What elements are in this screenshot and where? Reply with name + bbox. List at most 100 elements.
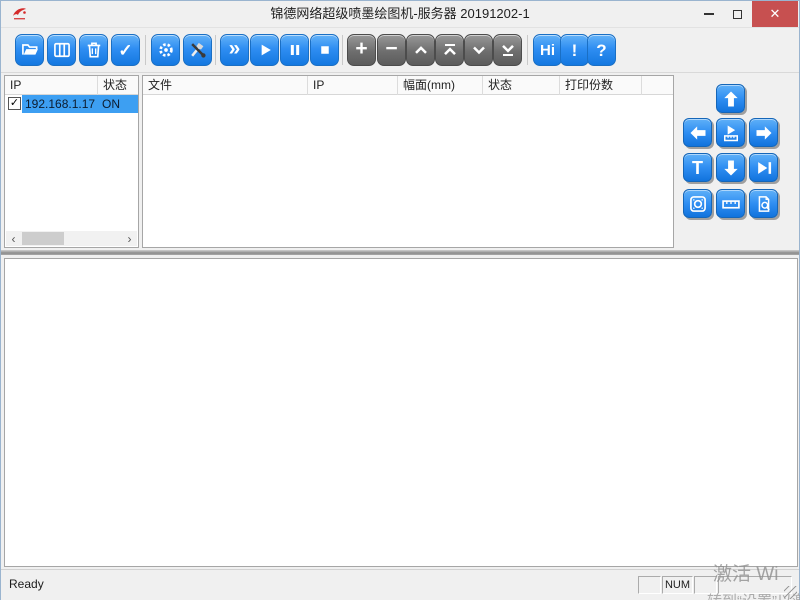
ip-column-header[interactable]: IP (5, 76, 98, 95)
confirm-check-button[interactable]: ✓ (111, 34, 140, 66)
machine-control-panel: T (677, 75, 798, 248)
ip-checkbox[interactable]: ✓ (8, 97, 21, 110)
move-up-button[interactable] (716, 84, 745, 113)
splitter-bar[interactable] (1, 250, 799, 255)
ip-list-header: IP 状态 (5, 76, 138, 95)
send-all-button[interactable]: » (220, 34, 249, 66)
toolbar-separator (215, 35, 216, 65)
arrow-right-icon (754, 123, 774, 143)
play-ruler-icon (721, 123, 741, 143)
status-pane-scrl (694, 576, 717, 594)
job-table-header: 文件 IP 幅面(mm) 状态 打印份数 (143, 76, 673, 95)
move-to-top-button[interactable] (435, 34, 464, 66)
platform-target-icon (688, 194, 708, 214)
remove-button[interactable]: − (377, 34, 406, 66)
status-column-header[interactable]: 状态 (98, 76, 138, 95)
text-button[interactable]: T (683, 153, 712, 182)
chevron-down-icon (469, 40, 489, 60)
title-bar: 锦德网络超级喷墨绘图机-服务器 20191202-1 ✕ (1, 1, 799, 28)
job-table-panel: 文件 IP 幅面(mm) 状态 打印份数 (142, 75, 674, 248)
ip-row[interactable]: ✓ 192.168.1.17 ON (5, 95, 138, 113)
ip-column-header[interactable]: IP (308, 76, 398, 95)
column-view-icon (52, 40, 72, 60)
pause-button[interactable] (280, 34, 309, 66)
move-right-button[interactable] (749, 118, 778, 147)
close-icon: ✕ (770, 6, 781, 22)
letter-t-icon: T (692, 159, 703, 177)
resize-grip-icon[interactable] (784, 586, 797, 599)
doc-preview-icon (754, 194, 774, 214)
status-text: Ready (9, 577, 44, 591)
play-button[interactable] (250, 34, 279, 66)
file-column-header[interactable]: 文件 (143, 76, 308, 95)
close-button[interactable]: ✕ (752, 1, 798, 27)
status-pane-extra (718, 576, 792, 594)
move-up-button[interactable] (406, 34, 435, 66)
move-down-button[interactable] (464, 34, 493, 66)
ip-list-panel: IP 状态 ✓ 192.168.1.17 ON ‹ › (4, 75, 139, 248)
ip-row-selection[interactable]: 192.168.1.17 ON (22, 95, 138, 113)
app-window: { "window": { "title": "锦德网络超级喷墨绘图机-服务器 … (0, 0, 800, 600)
add-button[interactable]: + (347, 34, 376, 66)
gear-icon (156, 40, 176, 60)
copies-column-header[interactable]: 打印份数 (560, 76, 642, 95)
open-file-icon (20, 40, 40, 60)
exclamation-icon: ! (572, 42, 578, 59)
arrow-up-icon (721, 89, 741, 109)
hi-icon: Hi (540, 43, 555, 58)
preview-area (4, 258, 798, 567)
question-icon: ? (596, 42, 606, 59)
status-bar: Ready NUM (1, 569, 799, 600)
chevron-down-bar-icon (498, 40, 518, 60)
skip-end-icon (754, 158, 774, 178)
print-start-button[interactable] (716, 118, 745, 147)
double-chevron-icon: » (229, 38, 241, 59)
status-column-header[interactable]: 状态 (483, 76, 560, 95)
greeting-button[interactable]: Hi (533, 34, 562, 66)
delete-button[interactable] (79, 34, 108, 66)
plus-icon: + (355, 38, 367, 59)
main-toolbar: ✓ » + − (1, 29, 799, 73)
check-icon: ✓ (118, 42, 132, 59)
preview-button[interactable] (749, 189, 778, 218)
toolbar-separator (527, 35, 528, 65)
status-pane-num: NUM (662, 576, 693, 594)
arrow-down-icon (721, 158, 741, 178)
scrollbar-thumb[interactable] (22, 232, 64, 245)
maximize-icon (733, 10, 742, 19)
maximize-button[interactable] (723, 1, 751, 27)
horizontal-scrollbar[interactable]: ‹ › (6, 231, 137, 246)
move-down-button[interactable] (716, 153, 745, 182)
pause-icon (285, 40, 305, 60)
window-title: 锦德网络超级喷墨绘图机-服务器 20191202-1 (1, 1, 799, 28)
scroll-left-icon[interactable]: ‹ (6, 232, 21, 246)
open-file-button[interactable] (15, 34, 44, 66)
chevron-up-icon (411, 40, 431, 60)
scroll-right-icon[interactable]: › (122, 232, 137, 246)
empty-column-header (642, 76, 673, 95)
stop-icon (315, 40, 335, 60)
platform-button[interactable] (683, 189, 712, 218)
measure-button[interactable] (716, 189, 745, 218)
ip-status: ON (102, 95, 120, 113)
width-column-header[interactable]: 幅面(mm) (398, 76, 483, 95)
delete-icon (84, 40, 104, 60)
minimize-button[interactable] (695, 1, 723, 27)
move-to-bottom-button[interactable] (493, 34, 522, 66)
tools-button[interactable] (183, 34, 212, 66)
ruler-icon (721, 194, 741, 214)
skip-to-end-button[interactable] (749, 153, 778, 182)
column-view-button[interactable] (47, 34, 76, 66)
arrow-left-icon (688, 123, 708, 143)
settings-button[interactable] (151, 34, 180, 66)
alert-button[interactable]: ! (560, 34, 589, 66)
tools-icon (188, 40, 208, 60)
toolbar-separator (145, 35, 146, 65)
move-left-button[interactable] (683, 118, 712, 147)
help-button[interactable]: ? (587, 34, 616, 66)
minus-icon: − (385, 38, 397, 59)
stop-button[interactable] (310, 34, 339, 66)
chevron-up-bar-icon (440, 40, 460, 60)
minimize-icon (704, 13, 714, 15)
ip-address: 192.168.1.17 (25, 95, 95, 113)
